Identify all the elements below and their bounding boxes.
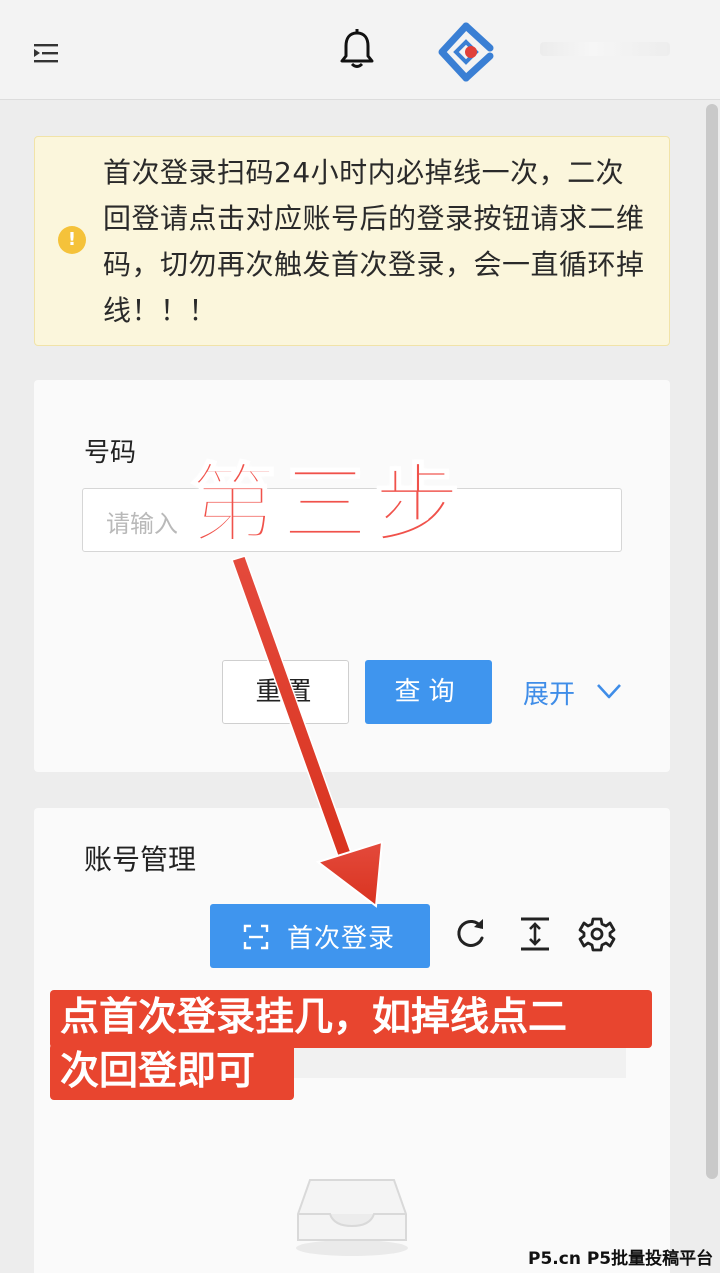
- first-login-button[interactable]: 首次登录: [210, 904, 430, 968]
- diamond-logo-icon[interactable]: [436, 22, 502, 82]
- scrollbar[interactable]: [706, 104, 718, 1179]
- gear-icon[interactable]: [578, 914, 616, 954]
- first-login-label: 首次登录: [287, 924, 396, 954]
- watermark: P5.cn P5批量投稿平台: [528, 1249, 714, 1269]
- accounts-title: 账号管理: [84, 843, 197, 876]
- column-height-icon[interactable]: [518, 916, 552, 952]
- instruction-banner-line1: 点首次登录挂几，如掉线点二: [50, 990, 652, 1048]
- phone-input-placeholder: 请输入: [106, 510, 178, 538]
- menu-fold-icon[interactable]: [30, 38, 62, 68]
- bell-icon[interactable]: [336, 28, 378, 70]
- refresh-icon[interactable]: [452, 916, 488, 952]
- phone-label: 号码: [84, 438, 137, 468]
- notice-text: 首次登录扫码24小时内必掉线一次，二次回登请点击对应账号后的登录按钮请求二维码，…: [103, 156, 645, 327]
- expand-toggle[interactable]: 展开: [523, 674, 575, 711]
- empty-inbox-icon: [296, 1179, 408, 1256]
- chevron-down-icon[interactable]: [594, 680, 624, 702]
- header-faint-area: [540, 42, 670, 56]
- reset-button[interactable]: 重置: [222, 660, 349, 724]
- scan-icon: [243, 924, 269, 950]
- query-button[interactable]: 查询: [365, 660, 492, 724]
- top-bar: [0, 0, 720, 100]
- warning-icon: !: [58, 226, 86, 254]
- step-three-label: 第三步: [189, 455, 466, 555]
- instruction-banner-line2: 次回登即可: [50, 1044, 294, 1100]
